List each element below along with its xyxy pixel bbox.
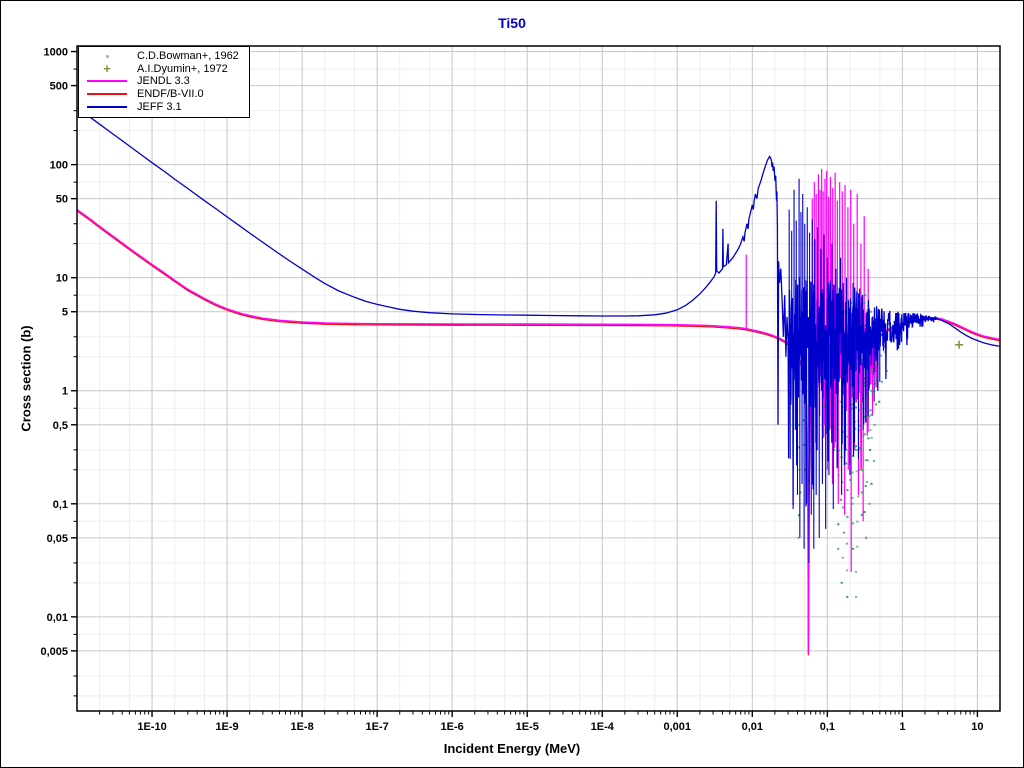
x-tick-label: 1 — [899, 721, 905, 733]
legend-label: ENDF/B-VII.0 — [137, 88, 204, 101]
legend-label: A.I.Dyumin+, 1972 — [137, 62, 228, 75]
plot-window: Ti50 Cross section (b) Incident Energy (… — [0, 0, 1024, 768]
series-jeff-31 — [76, 106, 1000, 563]
y-tick-label: 50 — [56, 194, 68, 206]
y-tick-label: 0,5 — [53, 420, 68, 432]
x-tick-label: 0,001 — [664, 721, 692, 733]
series-dyumin-1972 — [955, 340, 964, 349]
line-marker-icon — [85, 80, 129, 83]
x-tick-label: 0,01 — [742, 721, 763, 733]
y-tick-label: 1 — [62, 386, 68, 398]
legend-box: C.D.Bowman+, 1962 + A.I.Dyumin+, 1972 JE… — [78, 46, 250, 118]
x-tick-label: 1E-10 — [137, 721, 166, 733]
x-tick-label: 1E-4 — [591, 721, 615, 733]
plus-marker-icon: + — [103, 60, 111, 76]
legend-label: C.D.Bowman+, 1962 — [137, 50, 239, 63]
legend-entry-dyumin[interactable]: + A.I.Dyumin+, 1972 — [85, 60, 239, 76]
x-tick-label: 1E-5 — [516, 721, 539, 733]
y-tick-label: 0,1 — [53, 499, 68, 511]
dot-marker-icon — [85, 54, 129, 58]
x-tick-label: 1E-6 — [441, 721, 464, 733]
y-tick-label: 500 — [50, 81, 68, 93]
x-tick-label: 1E-8 — [290, 721, 313, 733]
x-tick-label: 1E-7 — [366, 721, 389, 733]
legend-label: JEFF 3.1 — [137, 100, 182, 113]
legend-entry-jeff[interactable]: JEFF 3.1 — [85, 100, 239, 113]
legend-entry-endf[interactable]: ENDF/B-VII.0 — [85, 88, 239, 101]
y-tick-label: 100 — [50, 160, 68, 172]
line-marker-icon — [85, 93, 129, 96]
y-tick-label: 0,01 — [47, 612, 68, 624]
legend-label: JENDL 3.3 — [137, 75, 190, 88]
y-tick-label: 10 — [56, 273, 68, 285]
y-tick-label: 5 — [62, 307, 68, 319]
x-tick-label: 1E-9 — [215, 721, 238, 733]
y-tick-label: 1000 — [44, 47, 68, 59]
y-tick-label: 0,005 — [40, 646, 68, 658]
legend-entry-jendl[interactable]: JENDL 3.3 — [85, 75, 239, 88]
series-jendl-33 — [76, 168, 1000, 654]
x-tick-label: 0,1 — [820, 721, 835, 733]
y-tick-label: 0,05 — [47, 533, 68, 545]
line-marker-icon — [85, 105, 129, 108]
x-tick-label: 10 — [971, 721, 983, 733]
